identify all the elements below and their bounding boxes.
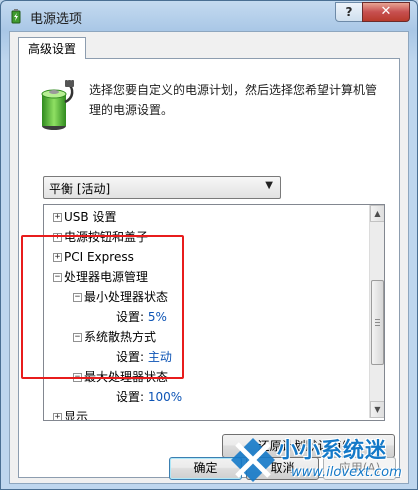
- grip-line: [375, 322, 380, 323]
- power-options-icon: [11, 9, 21, 24]
- tree-scrollbar[interactable]: ▲ ▼: [369, 205, 384, 418]
- tree-item-label: PCI Express: [64, 250, 134, 264]
- tree-item-label: 处理器电源管理: [64, 270, 149, 284]
- grip-line: [375, 325, 380, 326]
- collapse-minus-icon[interactable]: −: [73, 333, 82, 342]
- setting-value[interactable]: 5%: [148, 310, 167, 324]
- grip-line: [375, 319, 380, 320]
- tree-item-min-processor-state[interactable]: − 最小处理器状态: [73, 287, 169, 307]
- tab-advanced-settings[interactable]: 高级设置: [18, 37, 87, 59]
- setting-value[interactable]: 主动: [148, 350, 172, 364]
- expand-plus-icon[interactable]: +: [53, 213, 62, 222]
- expand-plus-icon[interactable]: +: [53, 233, 62, 242]
- setting-label: 设置:: [116, 310, 145, 324]
- power-options-window: 电源选项 ? ✕ 高级设置 选择您要自定义的电源计划，然后选择您希望计算机管理的…: [0, 0, 418, 490]
- power-plan-selected: 平衡 [活动]: [49, 182, 111, 196]
- watermark-logo-icon: [231, 438, 275, 482]
- setting-label: 设置:: [116, 350, 145, 364]
- scroll-up-icon[interactable]: ▲: [370, 205, 384, 222]
- tree-item-display[interactable]: + 显示: [53, 407, 89, 421]
- tree-item-label: 电源按钮和盖子: [64, 230, 149, 244]
- collapse-minus-icon[interactable]: −: [73, 373, 82, 382]
- power-plan-dropdown[interactable]: 平衡 [活动] ▼: [43, 176, 281, 199]
- help-button[interactable]: ?: [335, 2, 363, 22]
- tree-item-label: 最小处理器状态: [84, 290, 169, 304]
- settings-tree[interactable]: + USB 设置 + 电源按钮和盖子 + PCI Express − 处理器电源…: [43, 204, 385, 421]
- tree-item-label: 显示: [64, 410, 89, 421]
- collapse-minus-icon[interactable]: −: [53, 273, 62, 282]
- expand-plus-icon[interactable]: +: [53, 253, 62, 262]
- dialog-client-area: 高级设置 选择您要自定义的电源计划，然后选择您希望计算机管理的电源设置。 平衡 …: [9, 31, 409, 484]
- expand-plus-icon[interactable]: +: [53, 413, 62, 420]
- tree-item-usb[interactable]: + USB 设置: [53, 207, 117, 227]
- tree-item-pci-express[interactable]: + PCI Express: [53, 247, 134, 267]
- setting-row-min-state[interactable]: 设置: 5%: [116, 307, 167, 327]
- tree-item-power-buttons-lid[interactable]: + 电源按钮和盖子: [53, 227, 149, 247]
- setting-row-cooling[interactable]: 设置: 主动: [116, 347, 172, 367]
- plan-description: 选择您要自定义的电源计划，然后选择您希望计算机管理的电源设置。: [89, 83, 378, 117]
- tree-item-label: 系统散热方式: [84, 330, 157, 344]
- setting-label: 设置:: [116, 390, 145, 404]
- tree-item-processor-power[interactable]: − 处理器电源管理: [53, 267, 149, 287]
- watermark-url: www.ilovext.com: [291, 465, 402, 480]
- setting-value[interactable]: 100%: [148, 390, 182, 404]
- advanced-settings-panel: 选择您要自定义的电源计划，然后选择您希望计算机管理的电源设置。 平衡 [活动] …: [18, 58, 400, 478]
- watermark-name: 小小系统迷: [277, 438, 387, 462]
- collapse-minus-icon[interactable]: −: [73, 293, 82, 302]
- tree-item-label: 最大处理器状态: [84, 370, 169, 384]
- title-bar[interactable]: 电源选项 ? ✕: [1, 1, 417, 31]
- tree-item-label: USB 设置: [64, 210, 117, 224]
- close-button[interactable]: ✕: [362, 2, 410, 22]
- tree-item-cooling-policy[interactable]: − 系统散热方式: [73, 327, 157, 347]
- setting-row-max-state[interactable]: 设置: 100%: [116, 387, 182, 407]
- window-title: 电源选项: [30, 12, 83, 27]
- tree-item-max-processor-state[interactable]: − 最大处理器状态: [73, 367, 169, 387]
- watermark: 小小系统迷 www.ilovext.com: [229, 432, 418, 490]
- chevron-down-icon[interactable]: ▼: [265, 180, 273, 191]
- battery-plug-icon: [41, 80, 74, 130]
- scroll-down-icon[interactable]: ▼: [370, 401, 384, 418]
- scrollbar-thumb[interactable]: [371, 280, 384, 365]
